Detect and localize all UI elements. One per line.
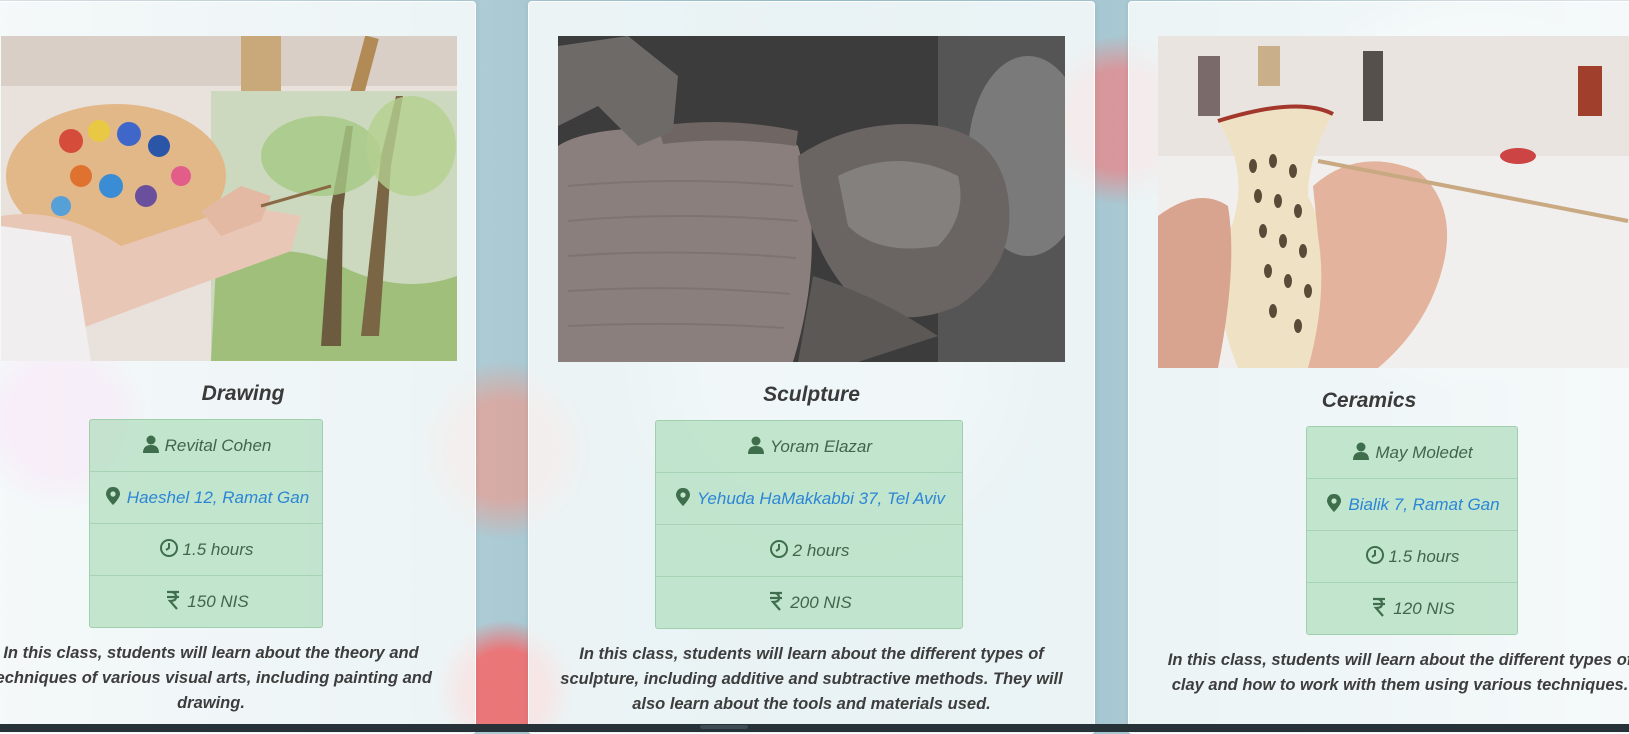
price-text: 150 NIS xyxy=(187,592,249,611)
clock-icon xyxy=(1365,545,1385,565)
class-info-box: May Moledet Bialik 7, Ramat Gan 1.5 hour… xyxy=(1306,426,1518,635)
price-text: 120 NIS xyxy=(1393,599,1455,618)
rupee-icon xyxy=(163,590,183,610)
ceramics-image xyxy=(1158,36,1629,368)
duration-row: 2 hours xyxy=(656,525,962,577)
clock-icon xyxy=(159,538,179,558)
address-row: Bialik 7, Ramat Gan xyxy=(1307,479,1517,531)
bottom-taskbar xyxy=(0,724,1629,732)
duration-text: 2 hours xyxy=(792,541,850,560)
teacher-name: Revital Cohen xyxy=(164,436,272,455)
map-marker-icon xyxy=(103,486,123,506)
duration-row: 1.5 hours xyxy=(1307,531,1517,583)
address-link[interactable]: Haeshel 12, Ramat Gan xyxy=(127,488,309,507)
user-icon xyxy=(746,435,766,455)
class-card-sculpture: Sculpture Yoram Elazar Yehuda HaMakkabbi… xyxy=(528,1,1095,734)
clock-icon xyxy=(769,539,789,559)
class-description: In this class, students will learn about… xyxy=(1167,651,1629,694)
class-info-box: Revital Cohen Haeshel 12, Ramat Gan 1.5 … xyxy=(89,419,323,628)
drawing-image xyxy=(1,36,457,361)
user-icon xyxy=(1351,441,1371,461)
class-title: Sculpture xyxy=(763,383,860,406)
class-description: In this class, students will learn about… xyxy=(0,644,432,712)
taskbar-handle xyxy=(700,725,748,729)
map-marker-icon xyxy=(673,487,693,507)
map-marker-icon xyxy=(1324,493,1344,513)
duration-row: 1.5 hours xyxy=(90,524,322,576)
price-row: 200 NIS xyxy=(656,577,962,628)
address-link[interactable]: Bialik 7, Ramat Gan xyxy=(1348,495,1499,514)
duration-text: 1.5 hours xyxy=(182,540,254,559)
class-title: Drawing xyxy=(201,382,285,405)
class-card-ceramics: Ceramics May Moledet Bialik 7, Ramat Gan… xyxy=(1128,1,1629,734)
address-link[interactable]: Yehuda HaMakkabbi 37, Tel Aviv xyxy=(697,489,945,508)
address-row: Haeshel 12, Ramat Gan xyxy=(90,472,322,524)
price-text: 200 NIS xyxy=(790,593,852,612)
teacher-name: May Moledet xyxy=(1375,443,1473,462)
sculpture-image xyxy=(558,36,1065,362)
duration-text: 1.5 hours xyxy=(1388,547,1460,566)
price-row: 150 NIS xyxy=(90,576,322,627)
user-icon xyxy=(141,434,161,454)
class-card-drawing: Drawing Revital Cohen Haeshel 12, Ramat … xyxy=(0,1,476,734)
teacher-row: Revital Cohen xyxy=(90,420,322,472)
rupee-icon xyxy=(766,591,786,611)
teacher-name: Yoram Elazar xyxy=(769,437,873,456)
teacher-row: Yoram Elazar xyxy=(656,421,962,473)
address-row: Yehuda HaMakkabbi 37, Tel Aviv xyxy=(656,473,962,525)
rupee-icon xyxy=(1369,597,1389,617)
teacher-row: May Moledet xyxy=(1307,427,1517,479)
price-row: 120 NIS xyxy=(1307,583,1517,634)
class-info-box: Yoram Elazar Yehuda HaMakkabbi 37, Tel A… xyxy=(655,420,963,629)
class-description: In this class, students will learn about… xyxy=(560,645,1063,713)
class-title: Ceramics xyxy=(1321,389,1417,412)
